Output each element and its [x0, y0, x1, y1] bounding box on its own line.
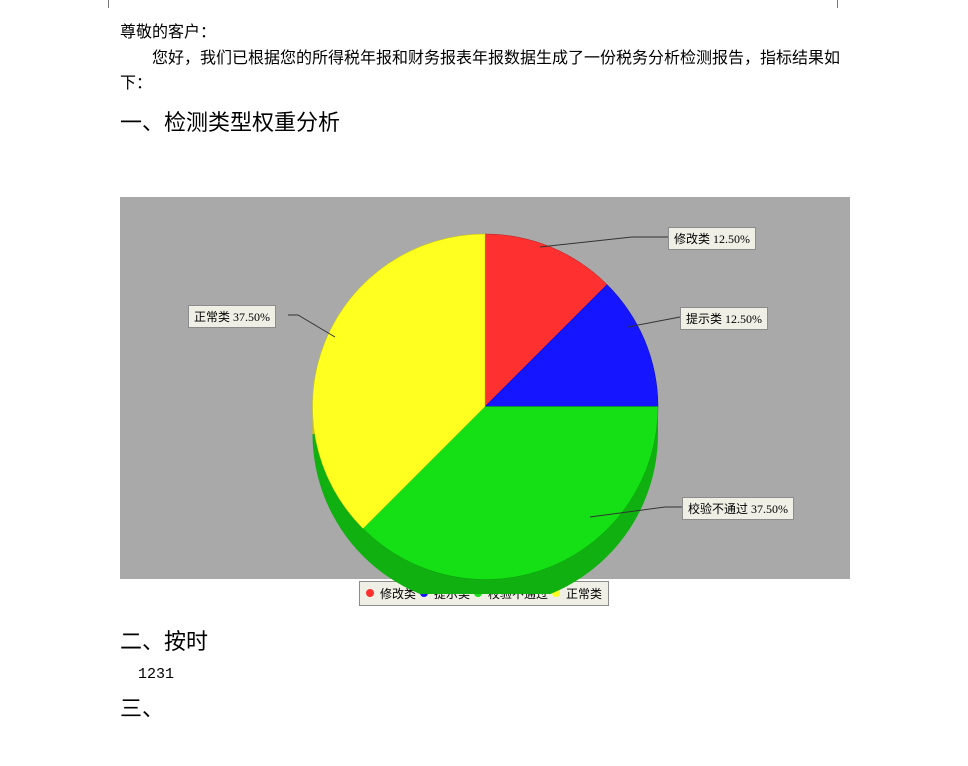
chart-panel: 修改类 12.50% 提示类 12.50% 校验不通过 37.50% 正常类 3… — [120, 197, 850, 579]
crop-mark-top-right — [825, 0, 838, 8]
slice-label-normal: 正常类 37.50% — [188, 305, 276, 328]
section-1-heading: 一、检测类型权重分析 — [120, 105, 848, 137]
slice-label-fail: 校验不通过 37.50% — [682, 497, 794, 520]
slice-label-modify: 修改类 12.50% — [668, 227, 756, 250]
intro-paragraph: 您好，我们已根据您的所得税年报和财务报表年报数据生成了一份税务分析检测报告，指标… — [120, 46, 848, 97]
greeting-line: 尊敬的客户： — [120, 20, 848, 46]
document-page: 尊敬的客户： 您好，我们已根据您的所得税年报和财务报表年报数据生成了一份税务分析… — [0, 0, 968, 723]
crop-mark-top-left — [108, 0, 121, 8]
leader-lines — [120, 197, 850, 579]
section-2-body: 1231 — [138, 666, 848, 683]
section-2-heading: 二、按时 — [120, 624, 848, 656]
section-3-heading: 三、 — [120, 691, 848, 723]
slice-label-hint: 提示类 12.50% — [680, 307, 768, 330]
chart-container: 修改类 12.50% 提示类 12.50% 校验不通过 37.50% 正常类 3… — [120, 197, 848, 606]
